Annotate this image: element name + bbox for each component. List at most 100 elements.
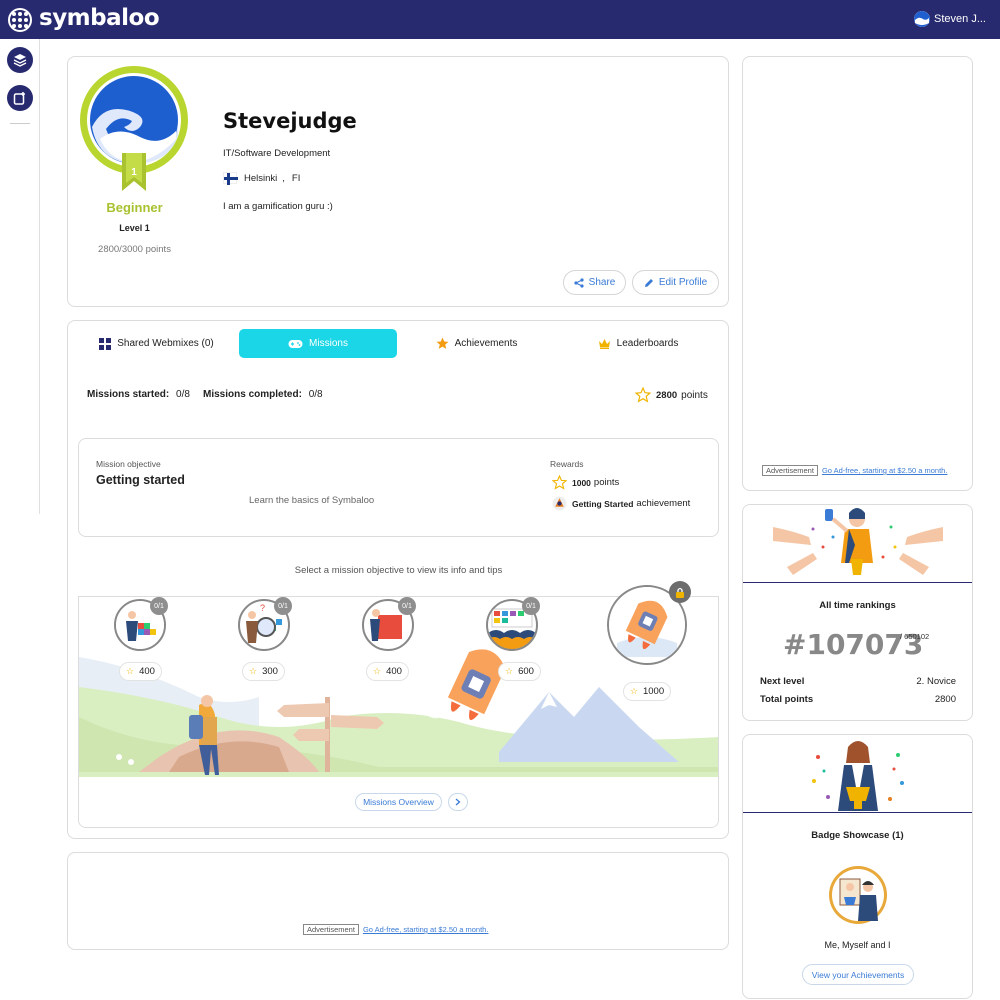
missions-overview-button[interactable]: Missions Overview <box>355 793 442 811</box>
ad-free-link[interactable]: Go Ad-free, starting at $2.50 a month. <box>363 925 489 934</box>
star-outline-icon <box>552 475 567 490</box>
ad-footer: Advertisement Go Ad-free, starting at $2… <box>303 924 488 935</box>
total-points-label: Total points <box>760 694 814 705</box>
star-icon: ☆ <box>126 666 135 676</box>
ad-footer: Advertisement Go Ad-free, starting at $2… <box>762 465 947 476</box>
edit-profile-label: Edit Profile <box>658 277 708 288</box>
profile-country: FI <box>291 172 301 184</box>
share-button[interactable]: Share <box>563 270 626 295</box>
mission-points-pill: ☆ 600 <box>498 662 541 681</box>
apps-grid-icon[interactable] <box>8 8 32 32</box>
objective-description: Learn the basics of Symbaloo <box>249 495 375 506</box>
mission-hint: Select a mission objective to view its i… <box>294 565 503 576</box>
objective-title: Getting started <box>96 473 185 487</box>
star-outline-icon <box>635 387 651 403</box>
tab-label: Missions <box>309 338 348 349</box>
mission-points-pill: ☆ 400 <box>119 662 162 681</box>
profile-city: Helsinki <box>244 172 278 184</box>
share-label: Share <box>588 277 616 288</box>
rankings-card: All time rankings #107073 / 650102 Next … <box>742 504 973 721</box>
mission-node[interactable]: ? 0/1 <box>238 597 292 651</box>
next-level-value: 2. Novice <box>916 676 956 687</box>
total-points-value: 2800 <box>934 694 956 705</box>
finland-flag-icon <box>223 172 238 185</box>
star-icon: ☆ <box>373 666 382 676</box>
me-myself-badge-icon <box>832 869 884 921</box>
ad-label: Advertisement <box>303 924 359 935</box>
svg-text:?: ? <box>260 603 265 613</box>
tab-leaderboards[interactable]: Leaderboards <box>558 329 718 358</box>
missions-started-label: Missions started: <box>87 389 170 400</box>
mission-count-badge: 0/1 <box>150 597 168 615</box>
add-tile-icon[interactable] <box>7 85 33 111</box>
profile-card: 1 Beginner Level 1 2800/3000 points Stev… <box>67 56 729 307</box>
missions-completed-value: 0/8 <box>308 389 323 400</box>
edit-profile-button[interactable]: Edit Profile <box>632 270 719 295</box>
showcase-badge-name: Me, Myself and I <box>824 940 891 950</box>
user-name: Steven J... <box>934 13 986 25</box>
showcase-divider <box>743 812 972 813</box>
star-icon: ☆ <box>249 666 258 676</box>
symbaloo-logo[interactable]: symbaloo <box>39 5 160 31</box>
level-label: Level 1 <box>119 223 150 233</box>
showcase-badge[interactable] <box>829 866 887 924</box>
reward-achievement: Getting Started achievement <box>552 496 690 511</box>
next-arrow-button[interactable] <box>448 793 468 811</box>
crown-icon <box>598 339 610 349</box>
mission-objective-box: Mission objective Getting started Learn … <box>78 438 719 537</box>
pencil-icon <box>644 278 653 287</box>
missions-points: 2800 points <box>635 387 708 403</box>
reward-points-value: 1000 <box>572 477 591 488</box>
layers-icon[interactable] <box>7 47 33 73</box>
total-points-row: Total points 2800 <box>760 694 956 705</box>
top-bar: symbaloo Steven J... <box>0 0 1000 39</box>
mission-node[interactable]: 0/1 <box>114 597 168 651</box>
ad-card-right: Advertisement Go Ad-free, starting at $2… <box>742 56 973 491</box>
profile-location: Helsinki , FI <box>223 172 301 185</box>
next-level-row: Next level 2. Novice <box>760 676 956 687</box>
missions-completed: Missions completed: 0/8 <box>203 389 323 400</box>
profile-job: IT/Software Development <box>223 148 331 159</box>
lock-icon <box>669 581 691 603</box>
mission-points-pill: ☆ 1000 <box>623 682 671 701</box>
user-menu[interactable]: Steven J... <box>914 11 986 27</box>
tab-label: Leaderboards <box>616 338 679 349</box>
rail-divider <box>10 123 30 124</box>
mission-points: 300 <box>262 666 278 677</box>
level-badge: 1 <box>78 65 190 191</box>
missions-card: Shared Webmixes (0) Missions Achievement… <box>67 320 729 839</box>
share-icon <box>574 277 584 288</box>
missions-completed-label: Missions completed: <box>203 389 302 400</box>
gamepad-icon <box>288 339 303 348</box>
left-rail <box>0 39 40 514</box>
mission-node-locked[interactable] <box>607 581 691 665</box>
profile-bio: I am a gamification guru :) <box>223 201 333 212</box>
mission-points: 400 <box>139 666 155 677</box>
rank-total: / 650102 <box>900 632 930 641</box>
rewards-label: Rewards <box>550 459 584 469</box>
ad-card-bottom: Advertisement Go Ad-free, starting at $2… <box>67 852 729 950</box>
mission-points-pill: ☆ 400 <box>366 662 409 681</box>
mission-node[interactable]: 0/1 <box>362 597 416 651</box>
ad-free-link[interactable]: Go Ad-free, starting at $2.50 a month. <box>822 466 948 475</box>
missions-points-value: 2800 <box>656 389 678 401</box>
reward-achievement-name: Getting Started <box>572 498 634 509</box>
tab-achievements[interactable]: Achievements <box>398 329 555 358</box>
mission-node[interactable]: 0/1 <box>486 597 540 651</box>
badge-level-number: 1 <box>131 167 137 178</box>
missions-points-word: points <box>681 389 708 401</box>
ad-label: Advertisement <box>762 465 818 476</box>
objective-label: Mission objective <box>96 459 161 469</box>
rankings-divider <box>743 582 972 583</box>
next-level-label: Next level <box>760 676 805 687</box>
trophy-winner-illustration <box>812 741 904 811</box>
mission-count-badge: 0/1 <box>522 597 540 615</box>
star-icon: ☆ <box>629 686 638 696</box>
rankings-title: All time rankings <box>819 600 896 611</box>
mission-points: 400 <box>386 666 402 677</box>
mission-count-badge: 0/1 <box>398 597 416 615</box>
view-achievements-button[interactable]: View your Achievements <box>802 964 914 985</box>
tab-shared-webmixes[interactable]: Shared Webmixes (0) <box>78 329 235 358</box>
tab-label: Achievements <box>454 338 518 349</box>
tab-missions[interactable]: Missions <box>239 329 397 358</box>
